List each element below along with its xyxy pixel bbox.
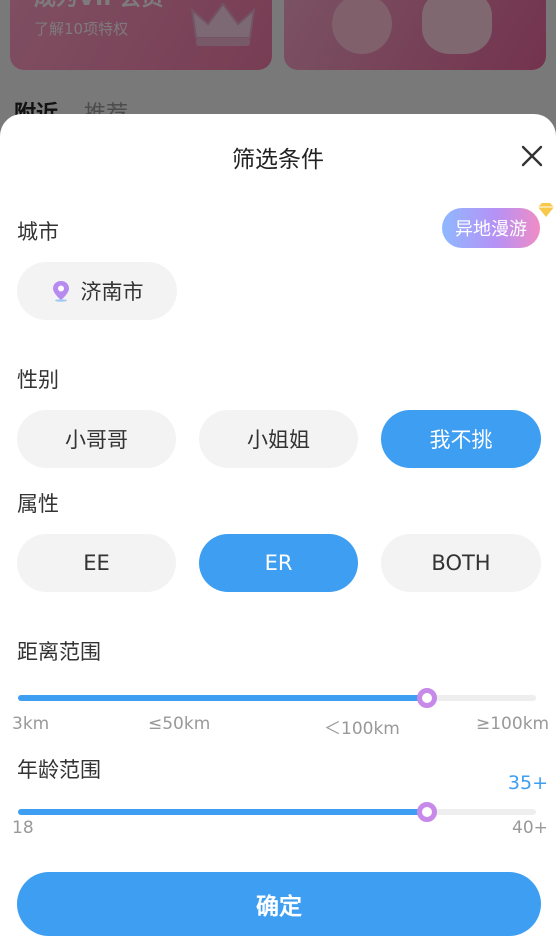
location-pin-icon bbox=[52, 281, 69, 302]
attribute-option-both[interactable]: BOTH bbox=[381, 534, 541, 592]
city-value: 济南市 bbox=[80, 280, 144, 304]
distance-slider-thumb[interactable] bbox=[417, 688, 437, 708]
city-selector[interactable]: 济南市 bbox=[17, 262, 177, 320]
close-icon bbox=[521, 145, 543, 167]
roam-button[interactable]: 异地漫游 bbox=[442, 208, 540, 248]
gender-option-label: 小姐姐 bbox=[247, 428, 310, 452]
age-max-label: 40+ bbox=[512, 818, 548, 838]
confirm-button[interactable]: 确定 bbox=[17, 872, 541, 936]
age-slider-fill bbox=[18, 809, 427, 815]
distance-slider[interactable] bbox=[18, 688, 536, 708]
distance-tick: ＜100km bbox=[324, 719, 400, 739]
diamond-icon bbox=[538, 203, 554, 217]
gender-option-male[interactable]: 小哥哥 bbox=[17, 410, 176, 468]
attribute-option-label: EE bbox=[83, 551, 110, 575]
age-value: 35+ bbox=[507, 772, 548, 794]
attribute-option-label: BOTH bbox=[431, 551, 491, 575]
distance-label: 距离范围 bbox=[17, 640, 101, 664]
city-label: 城市 bbox=[17, 220, 59, 244]
attribute-option-label: ER bbox=[264, 551, 293, 575]
gender-option-any[interactable]: 我不挑 bbox=[381, 410, 541, 468]
close-button[interactable] bbox=[518, 142, 546, 170]
sheet-title: 筛选条件 bbox=[232, 147, 324, 173]
distance-tick: ≥100km bbox=[476, 714, 550, 734]
distance-tick: 3km bbox=[12, 714, 50, 734]
distance-ticks: 3km ≤50km ＜100km ≥100km bbox=[0, 714, 556, 739]
roam-button-label: 异地漫游 bbox=[455, 219, 527, 240]
attribute-option-ee[interactable]: EE bbox=[17, 534, 176, 592]
gender-option-label: 我不挑 bbox=[429, 428, 493, 452]
attribute-option-er[interactable]: ER bbox=[199, 534, 358, 592]
age-slider[interactable] bbox=[18, 802, 536, 822]
age-ticks: 18 40+ bbox=[0, 818, 556, 840]
age-label: 年龄范围 bbox=[17, 758, 101, 782]
distance-slider-fill bbox=[18, 695, 427, 701]
filter-sheet: 筛选条件 城市 异地漫游 济南市 性别 小哥哥 小姐姐 我不挑 属性 EE ER bbox=[0, 114, 556, 944]
distance-tick: ≤50km bbox=[148, 714, 211, 734]
confirm-button-label: 确定 bbox=[256, 894, 302, 920]
gender-label: 性别 bbox=[17, 368, 59, 392]
gender-option-female[interactable]: 小姐姐 bbox=[199, 410, 358, 468]
age-min-label: 18 bbox=[12, 818, 34, 838]
attribute-label: 属性 bbox=[17, 492, 59, 516]
gender-option-label: 小哥哥 bbox=[65, 428, 128, 452]
